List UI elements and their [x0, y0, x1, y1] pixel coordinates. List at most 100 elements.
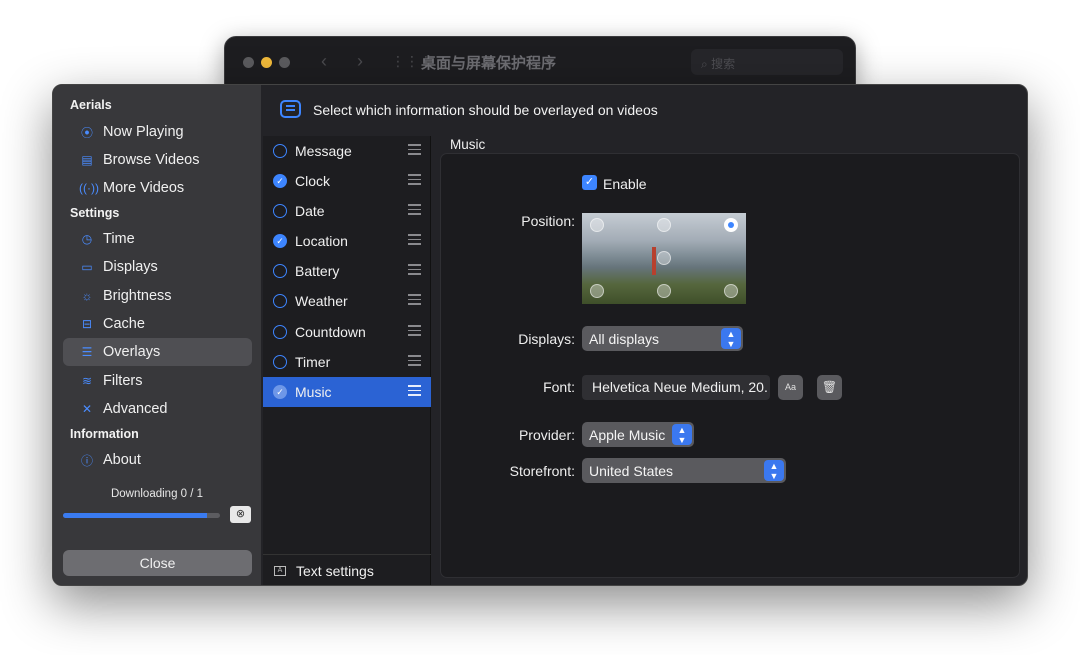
- drag-handle-icon[interactable]: [408, 294, 421, 306]
- music-settings-panel: ✓ Enable Position: Displays: All display…: [440, 153, 1020, 578]
- sidebar-item-label: More Videos: [103, 180, 185, 196]
- drag-handle-icon[interactable]: [408, 204, 421, 216]
- sidebar-item-browse-videos[interactable]: ▤ Browse Videos: [63, 146, 252, 174]
- font-field[interactable]: Helvetica Neue Medium, 20.: [582, 375, 770, 400]
- sidebar-item-label: Time: [103, 231, 135, 247]
- list-item-location[interactable]: ✓ Location: [263, 226, 431, 256]
- drag-handle-icon[interactable]: [408, 355, 421, 367]
- drag-handle-icon[interactable]: [408, 264, 421, 276]
- font-picker-button[interactable]: Aa: [778, 375, 803, 400]
- chevron-up-down-icon: ▲ ▼: [764, 460, 784, 481]
- background-window-title: 桌面与屏幕保护程序: [421, 55, 557, 72]
- list-item-weather[interactable]: Weather: [263, 286, 431, 316]
- info-icon: ⓘ: [80, 453, 93, 468]
- header-message: Select which information should be overl…: [313, 102, 658, 118]
- sidebar-item-advanced[interactable]: ✕ Advanced: [63, 395, 252, 423]
- sidebar-item-brightness[interactable]: ☼ Brightness: [63, 282, 252, 310]
- list-item-date[interactable]: Date: [263, 196, 431, 226]
- checkmark-circle-icon[interactable]: ✓: [273, 174, 287, 188]
- sidebar-item-filters[interactable]: ≋ Filters: [63, 367, 252, 395]
- position-bottom-center[interactable]: [657, 284, 671, 298]
- displays-select[interactable]: All displays ▲ ▼: [582, 326, 743, 351]
- enable-checkbox[interactable]: ✓: [582, 175, 597, 190]
- forward-icon[interactable]: ›: [357, 51, 363, 72]
- sidebar: Aerials ⦿ Now Playing ▤ Browse Videos ((…: [53, 85, 261, 585]
- text-settings-button[interactable]: A Text settings: [263, 554, 431, 585]
- list-item-countdown[interactable]: Countdown: [263, 317, 431, 347]
- cancel-download-button[interactable]: ⊗: [230, 506, 251, 523]
- position-picker[interactable]: [582, 213, 746, 304]
- bridge-image: [652, 247, 656, 275]
- position-top-right[interactable]: [724, 218, 738, 232]
- position-top-center[interactable]: [657, 218, 671, 232]
- provider-select[interactable]: Apple Music ▲ ▼: [582, 422, 694, 447]
- overlay-list: Message ✓ Clock Date ✓ Location Battery …: [263, 136, 431, 585]
- drag-handle-icon[interactable]: [408, 174, 421, 186]
- list-item-label: Message: [295, 143, 352, 159]
- position-bottom-right[interactable]: [724, 284, 738, 298]
- download-status: Downloading 0 / 1: [110, 488, 204, 500]
- sidebar-item-overlays[interactable]: ☰ Overlays: [63, 338, 252, 366]
- enable-label: Enable: [603, 176, 647, 192]
- detail-title: Music: [450, 137, 486, 152]
- sidebar-item-time[interactable]: ◷ Time: [63, 225, 252, 253]
- sidebar-item-label: Advanced: [103, 401, 168, 417]
- drag-handle-icon[interactable]: [408, 234, 421, 246]
- radio-icon[interactable]: [273, 144, 287, 158]
- font-label: Font:: [543, 379, 575, 395]
- clock-icon: ◷: [81, 232, 93, 246]
- list-item-battery[interactable]: Battery: [263, 256, 431, 286]
- sidebar-item-label: About: [103, 452, 141, 468]
- sidebar-item-label: Displays: [103, 259, 158, 275]
- close-button[interactable]: Close: [63, 550, 252, 576]
- drag-handle-icon[interactable]: [408, 325, 421, 337]
- drag-handle-icon[interactable]: [408, 144, 421, 156]
- provider-label: Provider:: [518, 427, 575, 443]
- close-circle-icon: ⊗: [235, 508, 246, 520]
- list-item-label: Music: [295, 384, 332, 400]
- background-search-field[interactable]: ⌕ 搜索: [691, 49, 843, 75]
- close-window-button[interactable]: [243, 57, 254, 68]
- sidebar-item-about[interactable]: ⓘ About: [63, 446, 252, 474]
- displays-value: All displays: [589, 330, 660, 347]
- header-bar: Select which information should be overl…: [261, 85, 1027, 135]
- radio-icon[interactable]: [273, 325, 287, 339]
- radio-icon[interactable]: [273, 294, 287, 308]
- position-top-left[interactable]: [590, 218, 604, 232]
- checkmark-circle-icon[interactable]: ✓: [273, 385, 287, 399]
- list-item-message[interactable]: Message: [263, 136, 431, 166]
- checkmark-circle-icon[interactable]: ✓: [273, 234, 287, 248]
- chevron-up-down-icon: ▲ ▼: [672, 424, 692, 445]
- list-item-label: Countdown: [295, 324, 366, 340]
- radio-icon[interactable]: [273, 264, 287, 278]
- text-settings-label: Text settings: [296, 562, 374, 579]
- sidebar-item-displays[interactable]: ▭ Displays: [63, 253, 252, 281]
- chevron-up-down-icon: ▲ ▼: [721, 328, 741, 349]
- search-icon: ⌕: [701, 57, 708, 71]
- position-label: Position:: [521, 213, 575, 229]
- sliders-icon: ≋: [81, 374, 93, 388]
- sidebar-item-cache[interactable]: ⊟ Cache: [63, 310, 252, 338]
- list-item-timer[interactable]: Timer: [263, 347, 431, 377]
- search-placeholder: 搜索: [711, 57, 736, 71]
- position-center[interactable]: [657, 251, 671, 265]
- trash-icon[interactable]: 🗑: [817, 375, 842, 400]
- message-icon: [280, 100, 301, 118]
- zoom-window-button[interactable]: [279, 57, 290, 68]
- radio-icon[interactable]: [273, 355, 287, 369]
- back-icon[interactable]: ‹: [321, 51, 327, 72]
- list-item-music[interactable]: ✓ Music: [263, 377, 431, 407]
- sidebar-item-now-playing[interactable]: ⦿ Now Playing: [63, 118, 252, 146]
- sidebar-item-more-videos[interactable]: ((·)) More Videos: [63, 174, 252, 202]
- list-item-clock[interactable]: ✓ Clock: [263, 166, 431, 196]
- sidebar-item-label: Brightness: [103, 288, 172, 304]
- list-item-label: Clock: [295, 173, 331, 189]
- position-bottom-left[interactable]: [590, 284, 604, 298]
- message-icon: ☰: [81, 345, 93, 359]
- section-title-information: Information: [70, 427, 139, 441]
- drag-handle-icon[interactable]: [408, 385, 421, 397]
- list-item-label: Timer: [295, 354, 331, 370]
- radio-icon[interactable]: [273, 204, 287, 218]
- minimize-window-button[interactable]: [261, 57, 272, 68]
- storefront-select[interactable]: United States ▲ ▼: [582, 458, 786, 483]
